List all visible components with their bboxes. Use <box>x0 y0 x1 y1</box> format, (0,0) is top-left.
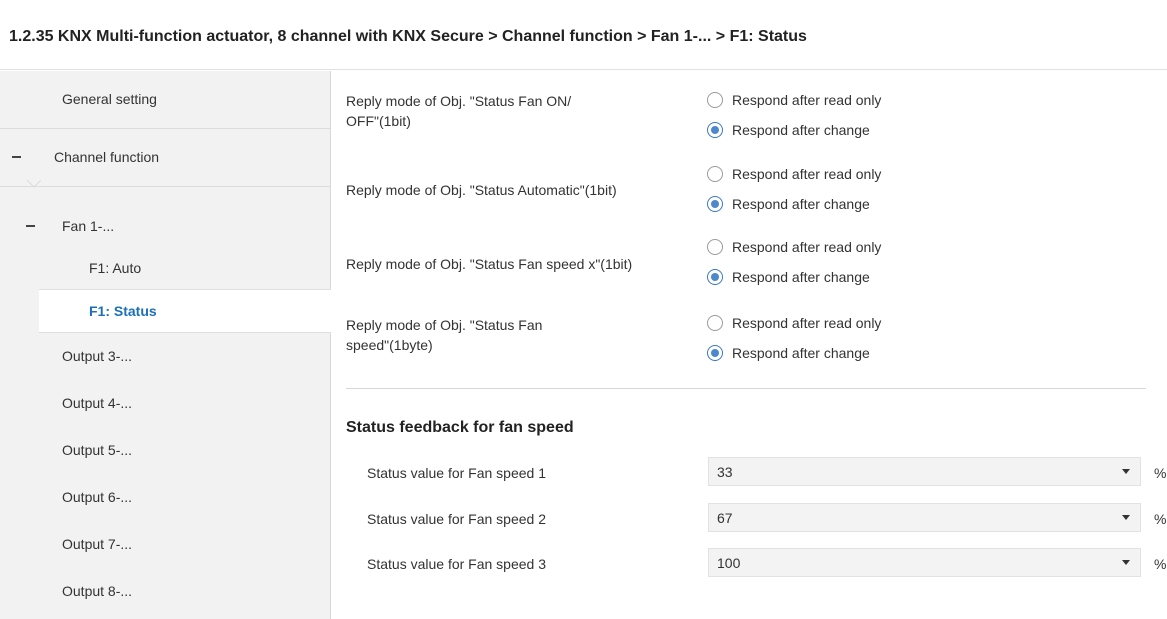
parameter-panel: Reply mode of Obj. "Status Fan ON/ OFF"(… <box>332 71 1167 619</box>
radio-unchecked-icon[interactable] <box>707 239 723 255</box>
param-label-status-fan-onoff: Reply mode of Obj. "Status Fan ON/ OFF"(… <box>346 91 571 131</box>
sidebar-item-label: Output 5-... <box>62 442 133 458</box>
sidebar-item-general-setting[interactable]: General setting <box>0 77 330 121</box>
param-label-line: speed"(1byte) <box>346 337 433 353</box>
radio-unchecked-icon[interactable] <box>707 166 723 182</box>
collapse-icon[interactable] <box>26 225 35 227</box>
status-label-fan-speed-2: Status value for Fan speed 2 <box>367 511 546 527</box>
radio-respond-after-change[interactable]: Respond after change <box>707 120 870 140</box>
select-value: 67 <box>717 509 733 526</box>
dropdown-arrow-icon[interactable] <box>1122 469 1130 474</box>
breadcrumb-title: 1.2.35 KNX Multi-function actuator, 8 ch… <box>9 28 807 45</box>
section-title: Status feedback for fan speed <box>346 419 574 436</box>
param-label-status-automatic: Reply mode of Obj. "Status Automatic"(1b… <box>346 180 617 200</box>
radio-unchecked-icon[interactable] <box>707 315 723 331</box>
radio-respond-read-only[interactable]: Respond after read only <box>707 164 881 184</box>
sidebar-item-label: Output 8-... <box>62 583 133 599</box>
fan-speed-3-select[interactable]: 100 <box>708 548 1141 577</box>
sidebar-item-output-8[interactable]: Output 8-... <box>0 569 330 613</box>
radio-respond-read-only[interactable]: Respond after read only <box>707 90 881 110</box>
sidebar-item-output-6[interactable]: Output 6-... <box>0 475 330 519</box>
radio-label: Respond after change <box>732 269 870 285</box>
param-label-line: Reply mode of Obj. "Status Automatic"(1b… <box>346 182 617 198</box>
status-label-fan-speed-3: Status value for Fan speed 3 <box>367 556 546 572</box>
radio-label: Respond after change <box>732 196 870 212</box>
radio-label: Respond after change <box>732 345 870 361</box>
sidebar-item-output-3[interactable]: Output 3-... <box>0 334 330 378</box>
radio-unchecked-icon[interactable] <box>707 92 723 108</box>
sidebar-item-label: F1: Auto <box>89 260 142 276</box>
title-bar: 1.2.35 KNX Multi-function actuator, 8 ch… <box>0 0 1167 70</box>
sidebar-item-label: Output 7-... <box>62 536 133 552</box>
sidebar-item-label: General setting <box>62 91 157 107</box>
sidebar-item-output-4[interactable]: Output 4-... <box>0 381 330 425</box>
select-value: 100 <box>717 554 741 571</box>
sidebar-item-f1-auto[interactable]: F1: Auto <box>0 246 330 290</box>
radio-label: Respond after change <box>732 122 870 138</box>
sidebar-item-label: Fan 1-... <box>62 218 115 234</box>
dropdown-arrow-icon[interactable] <box>1122 515 1130 520</box>
sidebar-item-label: Channel function <box>54 149 160 165</box>
unit-label: % <box>1154 465 1167 481</box>
radio-label: Respond after read only <box>732 315 882 331</box>
sidebar-item-label: Output 3-... <box>62 348 133 364</box>
sidebar-item-channel-function[interactable]: Channel function <box>0 135 330 179</box>
radio-respond-read-only[interactable]: Respond after read only <box>707 313 881 333</box>
radio-checked-icon[interactable] <box>707 122 723 138</box>
status-label-fan-speed-1: Status value for Fan speed 1 <box>367 465 546 481</box>
radio-checked-icon[interactable] <box>707 345 723 361</box>
sidebar-item-output-5[interactable]: Output 5-... <box>0 428 330 472</box>
sidebar-item-output-7[interactable]: Output 7-... <box>0 522 330 566</box>
dropdown-arrow-icon[interactable] <box>1122 560 1130 565</box>
radio-label: Respond after read only <box>732 92 882 108</box>
collapse-icon[interactable] <box>12 156 21 158</box>
radio-respond-after-change[interactable]: Respond after change <box>707 267 870 287</box>
sidebar-item-label: Output 4-... <box>62 395 133 411</box>
sidebar-item-fan-1[interactable]: Fan 1-... <box>0 204 330 248</box>
unit-label: % <box>1154 511 1167 527</box>
sidebar-divider <box>0 186 330 187</box>
sidebar-item-f1-status[interactable]: F1: Status <box>39 289 331 333</box>
radio-respond-after-change[interactable]: Respond after change <box>707 194 870 214</box>
unit-label: % <box>1154 556 1167 572</box>
section-divider <box>346 388 1146 389</box>
param-label-line: Reply mode of Obj. "Status Fan ON/ <box>346 93 572 109</box>
param-label-line: OFF"(1bit) <box>346 113 411 129</box>
sidebar-item-label: Output 6-... <box>62 489 133 505</box>
param-label-status-fan-speed-x: Reply mode of Obj. "Status Fan speed x"(… <box>346 254 632 274</box>
radio-respond-after-change[interactable]: Respond after change <box>707 343 870 363</box>
sidebar-item-label: F1: Status <box>89 303 157 319</box>
sidebar-divider <box>0 128 330 129</box>
select-value: 33 <box>717 463 733 480</box>
param-label-status-fan-speed-1byte: Reply mode of Obj. "Status Fan speed"(1b… <box>346 315 542 355</box>
fan-speed-2-select[interactable]: 67 <box>708 503 1141 532</box>
radio-respond-read-only[interactable]: Respond after read only <box>707 237 881 257</box>
radio-checked-icon[interactable] <box>707 196 723 212</box>
param-label-line: Reply mode of Obj. "Status Fan <box>346 317 543 333</box>
radio-label: Respond after read only <box>732 166 882 182</box>
radio-checked-icon[interactable] <box>707 269 723 285</box>
fan-speed-1-select[interactable]: 33 <box>708 457 1141 486</box>
radio-label: Respond after read only <box>732 239 882 255</box>
param-label-line: Reply mode of Obj. "Status Fan speed x"(… <box>346 256 633 272</box>
sidebar: General setting Channel function Fan 1-.… <box>0 71 331 619</box>
tree-notch-icon <box>27 180 41 188</box>
